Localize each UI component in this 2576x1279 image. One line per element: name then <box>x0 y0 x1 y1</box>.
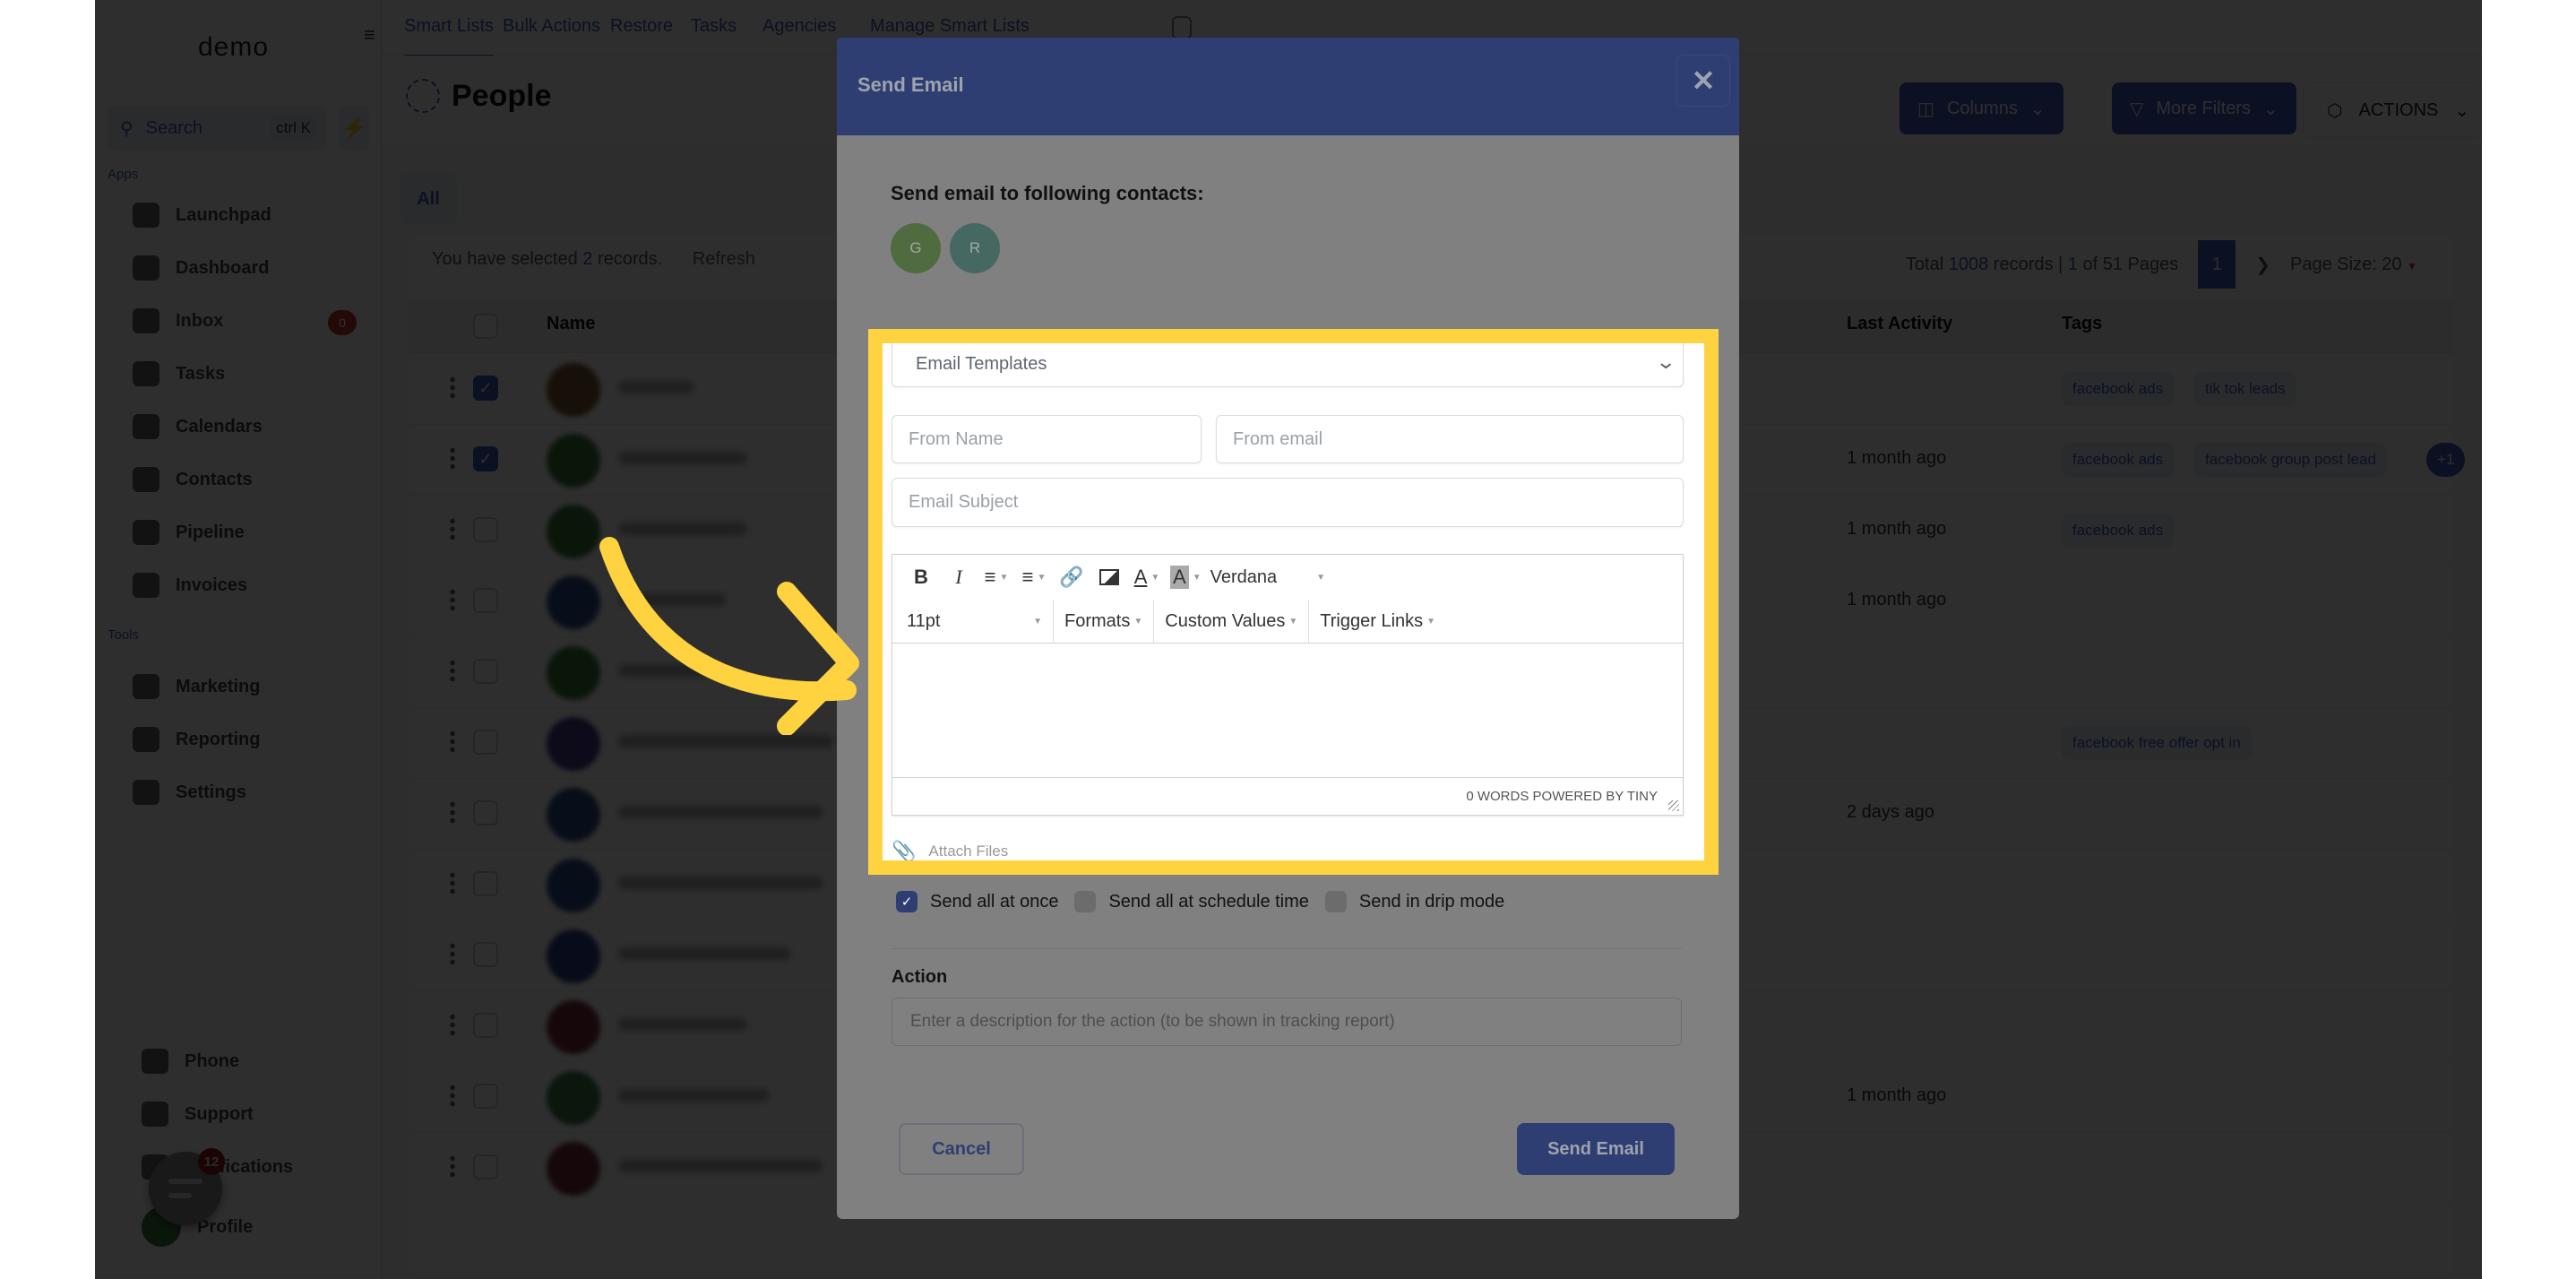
close-button[interactable]: ✕ <box>1676 55 1730 107</box>
caret-down-icon: ▼ <box>1288 616 1298 627</box>
custom-values-dropdown[interactable]: Custom Values ▼ <box>1154 599 1310 644</box>
send-mode-options: ✓ Send all at once Send all at schedule ti… <box>896 891 1504 912</box>
close-icon: ✕ <box>1691 65 1716 97</box>
caret-down-icon: ▼ <box>1033 616 1042 627</box>
numbered-list-icon: ≡ <box>1021 566 1034 588</box>
send-option-label: Send all at once <box>930 891 1059 912</box>
link-icon: 🔗 <box>1059 566 1084 588</box>
trigger-links-label: Trigger Links <box>1320 610 1424 631</box>
contact-avatar[interactable]: G <box>891 223 941 273</box>
contacts-title: Send email to following contacts: <box>891 182 1204 204</box>
editor-statusbar: 0 WORDS POWERED BY TINY <box>892 777 1683 815</box>
modal-header: Send Email ✕ <box>837 38 1739 135</box>
action-description-input[interactable]: Enter a description for the action (to b… <box>892 998 1682 1046</box>
from-email-input[interactable]: From email <box>1216 415 1684 463</box>
attach-files-button[interactable]: 📎 Attach Files <box>892 840 1008 860</box>
resize-handle-icon[interactable] <box>1668 800 1679 811</box>
caret-down-icon: ▼ <box>999 572 1009 583</box>
font-size-value: 11pt <box>907 610 941 631</box>
bold-button[interactable]: B <box>907 561 935 593</box>
image-icon <box>1099 569 1119 585</box>
italic-button[interactable]: I <box>944 561 973 593</box>
email-subject-input[interactable]: Email Subject <box>892 478 1684 527</box>
bold-icon: B <box>914 566 928 588</box>
modal-title: Send Email <box>857 73 964 96</box>
chevron-down-icon: ⌄ <box>1654 350 1676 373</box>
annotation-arrow-icon <box>599 537 859 735</box>
bullet-list-button[interactable]: ≡ ▼ <box>982 561 1011 593</box>
text-color-icon: A <box>1133 566 1148 588</box>
font-family-select[interactable]: Verdana ▼ <box>1210 561 1345 593</box>
editor-body[interactable] <box>892 644 1683 778</box>
trigger-links-dropdown[interactable]: Trigger Links ▼ <box>1309 600 1446 644</box>
formats-dropdown[interactable]: Formats ▼ <box>1054 599 1155 644</box>
formats-label: Formats <box>1064 610 1131 631</box>
send-option-label: Send all at schedule time <box>1108 891 1309 912</box>
send-option-label: Send in drip mode <box>1358 891 1505 912</box>
email-templates-value: Email Templates <box>916 353 1047 374</box>
link-button[interactable]: 🔗 <box>1057 561 1086 593</box>
caret-down-icon: ▼ <box>1192 572 1202 583</box>
editor-toolbar-row-2: 11pt ▼ Formats ▼ Custom Values ▼ Trigger Li… <box>892 599 1683 644</box>
send-option-2[interactable]: Send all at schedule time <box>1074 891 1309 912</box>
send-email-button[interactable]: Send Email <box>1517 1123 1675 1175</box>
highlight-frame: Email Templates ⌄ From Name From email E… <box>868 329 1719 875</box>
checkbox[interactable] <box>1074 891 1097 912</box>
divider <box>892 948 1682 949</box>
caret-down-icon: ▼ <box>1316 572 1326 583</box>
italic-icon: I <box>955 566 962 588</box>
caret-down-icon: ▼ <box>1133 616 1143 627</box>
email-templates-select[interactable]: Email Templates ⌄ <box>892 343 1684 387</box>
cancel-button[interactable]: Cancel <box>899 1123 1024 1175</box>
checkbox[interactable]: ✓ <box>896 891 918 912</box>
font-size-select[interactable]: 11pt ▼ <box>892 599 1054 644</box>
rich-text-editor: B I ≡ ▼ ≡ ▼ 🔗 A ▼ A ▼ Verdana ▼ 11pt ▼ Formats… <box>892 554 1684 816</box>
from-name-input[interactable]: From Name <box>892 415 1202 463</box>
contact-avatar[interactable]: R <box>950 223 1000 273</box>
attach-files-label: Attach Files <box>928 843 1009 860</box>
image-button[interactable] <box>1095 561 1124 593</box>
background-color-button[interactable]: A ▼ <box>1170 561 1202 593</box>
send-option-3[interactable]: Send in drip mode <box>1324 891 1505 912</box>
email-composer: Email Templates ⌄ From Name From email E… <box>883 343 1704 860</box>
custom-values-label: Custom Values <box>1165 610 1286 631</box>
font-family-value: Verdana <box>1210 566 1278 587</box>
word-count: 0 WORDS POWERED BY TINY <box>1466 789 1658 804</box>
caret-down-icon: ▼ <box>1150 572 1160 583</box>
send-option-1[interactable]: ✓ Send all at once <box>896 891 1058 912</box>
caret-down-icon: ▼ <box>1426 616 1436 627</box>
numbered-list-button[interactable]: ≡ ▼ <box>1020 561 1048 593</box>
action-label: Action <box>892 967 948 987</box>
background-color-icon: A <box>1170 566 1189 589</box>
editor-toolbar-row-1: B I ≡ ▼ ≡ ▼ 🔗 A ▼ A ▼ Verdana ▼ <box>892 555 1683 600</box>
text-color-button[interactable]: A ▼ <box>1133 561 1161 593</box>
paperclip-icon: 📎 <box>892 840 917 860</box>
caret-down-icon: ▼ <box>1037 572 1047 583</box>
bullet-list-icon: ≡ <box>984 566 996 588</box>
checkbox[interactable] <box>1324 891 1347 912</box>
